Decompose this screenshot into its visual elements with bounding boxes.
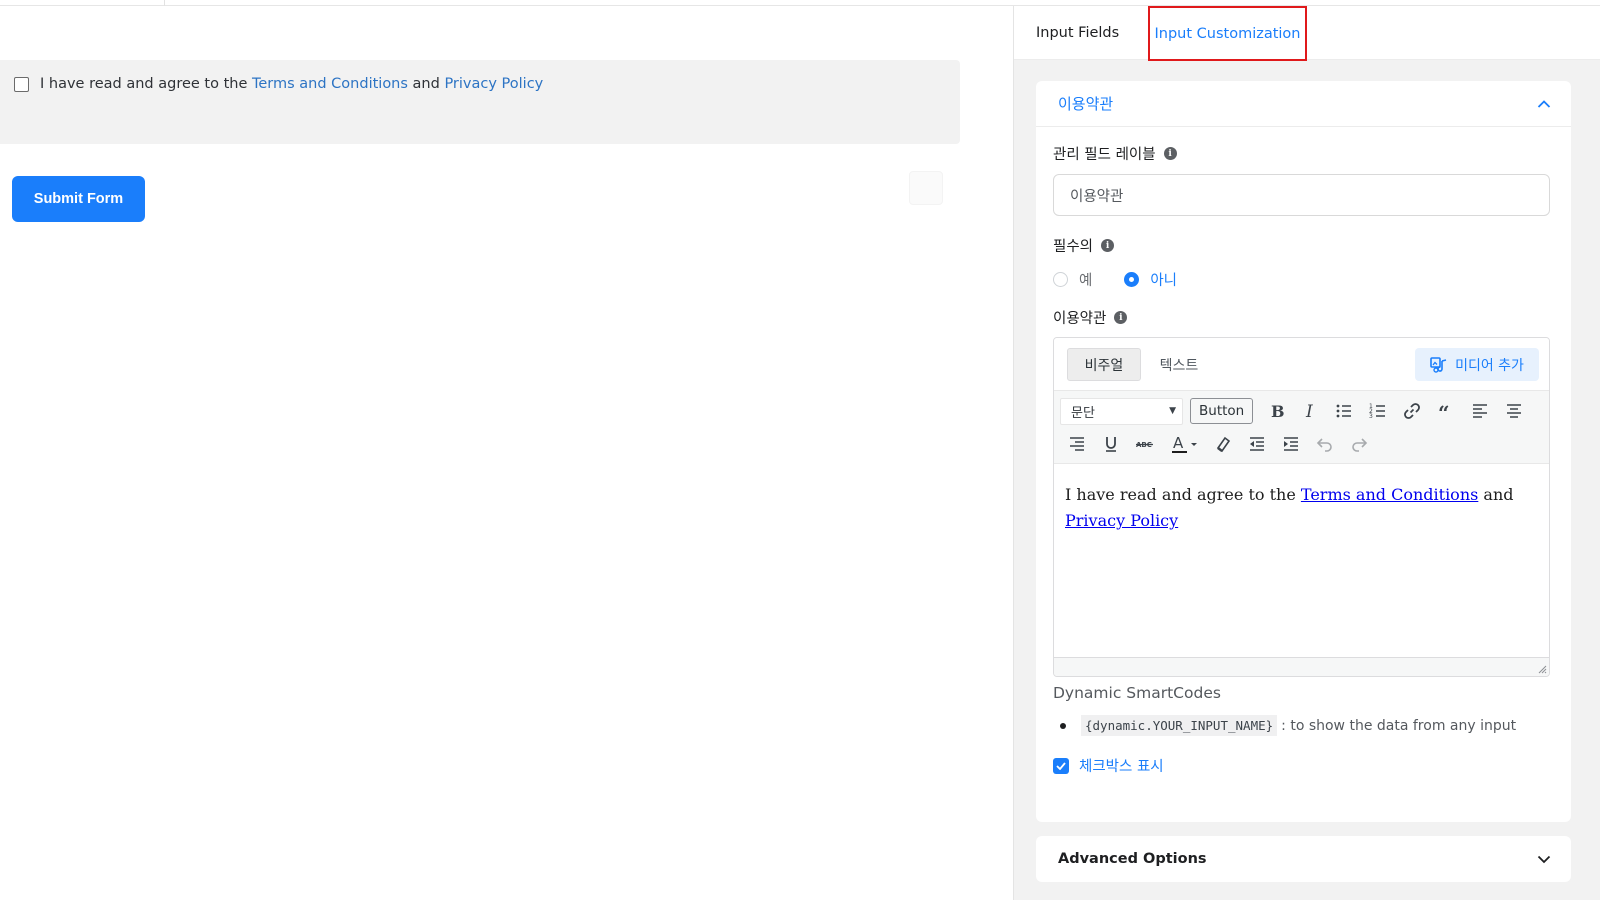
tos-label: 이용약관 [1053, 311, 1107, 327]
check-icon [1056, 761, 1066, 770]
required-radio-group: 예 아니 [1053, 269, 1209, 290]
tab-input-customization[interactable]: Input Customization [1148, 6, 1307, 61]
svg-text:“: “ [1438, 401, 1450, 421]
radio-dot[interactable] [1124, 272, 1140, 287]
align-center-icon[interactable] [1497, 396, 1531, 426]
card-title: 이용약관 [1058, 95, 1114, 113]
content-prefix: I have read and agree to the [1065, 485, 1296, 504]
terms-and: and [412, 76, 440, 92]
media-icon [1430, 356, 1447, 373]
editor-statusbar [1054, 657, 1549, 676]
resize-grip-icon[interactable] [1536, 663, 1547, 674]
chevron-down-icon[interactable] [1537, 852, 1551, 866]
chevron-up-icon[interactable] [1537, 97, 1551, 111]
strikethrough-icon[interactable]: ABC [1128, 429, 1162, 459]
link-icon[interactable] [1395, 396, 1429, 426]
italic-icon[interactable]: I [1293, 396, 1327, 426]
privacy-link[interactable]: Privacy Policy [444, 76, 543, 92]
terms-link[interactable]: Terms and Conditions [252, 76, 408, 92]
format-select-value: 문단 [1071, 405, 1095, 421]
form-canvas: I have read and agree to the Terms and C… [0, 6, 1013, 900]
bullet [1060, 722, 1066, 729]
advanced-title: Advanced Options [1058, 851, 1207, 867]
submit-form-button[interactable]: Submit Form [12, 176, 145, 222]
editor-mode-bar: 비주얼 텍스트 미디어 추가 [1054, 338, 1549, 390]
svg-text:B: B [1271, 402, 1285, 421]
show-checkbox[interactable] [1053, 757, 1069, 774]
field-action-placeholder[interactable] [909, 171, 943, 205]
settings-panel: Input Fields Input Customization 이용약관 관리… [1013, 6, 1600, 900]
outdent-icon[interactable] [1240, 429, 1274, 459]
content-and: and [1483, 485, 1514, 504]
required-label-row: 필수의 i [1053, 235, 1115, 256]
svg-text:3: 3 [1369, 413, 1373, 420]
tab-input-fields[interactable]: Input Fields [1036, 6, 1119, 60]
smartcode[interactable]: {dynamic.YOUR_INPUT_NAME} [1081, 715, 1278, 736]
button-shortcode[interactable]: Button [1190, 398, 1254, 424]
underline-icon[interactable] [1094, 429, 1128, 459]
bold-icon[interactable]: B [1259, 396, 1293, 426]
info-icon[interactable]: i [1163, 147, 1177, 160]
svg-text:A: A [1173, 434, 1184, 452]
redo-icon[interactable] [1342, 429, 1376, 459]
caret-down-icon: ▼ [1169, 406, 1176, 416]
add-media-button[interactable]: 미디어 추가 [1415, 348, 1539, 381]
radio-no-label: 아니 [1150, 273, 1178, 289]
tab-text[interactable]: 텍스트 [1154, 348, 1204, 381]
add-media-label: 미디어 추가 [1455, 357, 1524, 374]
format-select[interactable]: 문단 ▼ [1060, 397, 1183, 425]
radio-no[interactable]: 아니 [1124, 269, 1177, 290]
tos-label-row: 이용약관 i [1053, 307, 1128, 328]
panel-tabs: Input Fields Input Customization [1014, 6, 1600, 61]
advanced-options-card[interactable]: Advanced Options [1036, 836, 1571, 882]
terms-settings-card: 이용약관 관리 필드 레이블 i 필수의 i 예 아니 이용약관 i 비주얼 텍… [1036, 81, 1571, 822]
content-privacy-link[interactable]: Privacy Policy [1065, 511, 1178, 530]
svg-text:I: I [1305, 402, 1313, 421]
smartcode-item: {dynamic.YOUR_INPUT_NAME} : to show the … [1060, 715, 1516, 736]
smartcodes-title: Dynamic SmartCodes [1053, 684, 1221, 702]
content-terms-link[interactable]: Terms and Conditions [1301, 485, 1478, 504]
required-label: 필수의 [1053, 239, 1094, 255]
info-icon[interactable]: i [1114, 311, 1128, 324]
indent-icon[interactable] [1274, 429, 1308, 459]
smartcode-desc: : to show the data from any input [1281, 717, 1517, 734]
radio-dot[interactable] [1053, 272, 1068, 287]
terms-line: I have read and agree to the Terms and C… [14, 76, 543, 92]
card-header[interactable]: 이용약관 [1036, 81, 1571, 127]
radio-yes[interactable]: 예 [1053, 269, 1092, 290]
toolbar-row-2: ABC A [1060, 429, 1376, 459]
editor-toolbar: 문단 ▼ Button B I 123 “ ABC A [1054, 390, 1549, 464]
editor-content[interactable]: I have read and agree to the Terms and C… [1054, 464, 1549, 660]
terms-checkbox[interactable] [14, 77, 29, 92]
advanced-header[interactable]: Advanced Options [1036, 836, 1571, 882]
bullet-list-icon[interactable] [1327, 396, 1361, 426]
admin-label-input[interactable] [1053, 174, 1550, 216]
numbered-list-icon[interactable]: 123 [1361, 396, 1395, 426]
toolbar-row-1: 문단 ▼ Button B I 123 “ [1060, 396, 1531, 426]
align-right-icon[interactable] [1060, 429, 1094, 459]
info-icon[interactable]: i [1101, 239, 1115, 252]
show-checkbox-label: 체크박스 표시 [1079, 759, 1164, 775]
terms-prefix: I have read and agree to the [40, 76, 248, 92]
undo-icon[interactable] [1308, 429, 1342, 459]
text-color-icon[interactable]: A [1162, 429, 1206, 459]
terms-field-preview[interactable]: I have read and agree to the Terms and C… [0, 60, 960, 144]
tab-visual[interactable]: 비주얼 [1067, 348, 1141, 381]
show-checkbox-row[interactable]: 체크박스 표시 [1053, 755, 1164, 776]
clear-formatting-icon[interactable] [1206, 429, 1240, 459]
align-left-icon[interactable] [1463, 396, 1497, 426]
rich-text-editor: 비주얼 텍스트 미디어 추가 문단 ▼ Button B I 123 “ A I… [1053, 337, 1550, 677]
admin-label-row: 관리 필드 레이블 i [1053, 143, 1177, 164]
radio-yes-label: 예 [1079, 273, 1093, 289]
admin-label: 관리 필드 레이블 [1053, 147, 1156, 163]
quote-icon[interactable]: “ [1429, 396, 1463, 426]
